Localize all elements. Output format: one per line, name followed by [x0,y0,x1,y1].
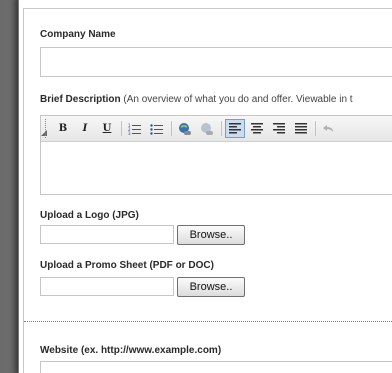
editor-content-area[interactable] [41,142,392,194]
unordered-list-icon [150,123,163,135]
brief-description-label: Brief Description (An overview of what y… [40,94,353,105]
link-icon [179,122,191,135]
align-center-button[interactable] [247,119,267,138]
logo-file-path-field[interactable] [40,225,174,244]
insert-link-button[interactable] [175,119,195,138]
toolbar-separator [121,121,122,136]
website-input[interactable] [40,361,392,373]
italic-button[interactable]: I [75,119,95,138]
align-justify-icon [295,123,307,134]
company-name-label: Company Name [40,29,116,40]
ordered-list-icon: 1 2 3 [128,123,141,135]
promo-upload-label: Upload a Promo Sheet (PDF or DOC) [40,260,214,271]
bold-icon: B [58,123,68,134]
form-container: Company Name Brief Description (An overv… [23,8,392,373]
section-divider [24,321,392,322]
undo-button[interactable] [319,119,339,138]
undo-icon [323,124,333,132]
company-name-input[interactable] [40,47,392,77]
form-panel: Company Name Brief Description (An overv… [18,0,392,373]
align-right-button[interactable] [269,119,289,138]
brief-description-hint: (An overview of what you do and offer. V… [123,94,353,105]
website-label: Website (ex. http://www.example.com) [40,345,222,356]
unlink-icon [201,122,213,135]
brief-description-title: Brief Description [40,94,121,105]
toolbar-grip-icon [45,119,49,138]
editor-toolbar: B I U 1 2 3 [41,116,392,142]
rich-text-editor[interactable]: B I U 1 2 3 [40,115,392,195]
logo-upload-label: Upload a Logo (JPG) [40,210,139,221]
bold-button[interactable]: B [53,119,73,138]
align-center-icon [251,123,263,134]
unordered-list-button[interactable] [147,119,167,138]
underline-icon: U [102,123,112,134]
logo-browse-button[interactable]: Browse.. [177,225,245,245]
unlink-button[interactable] [197,119,217,138]
svg-text:3: 3 [128,131,131,135]
align-left-button[interactable] [225,119,245,138]
toolbar-separator [315,121,316,136]
toolbar-separator [221,121,222,136]
underline-button[interactable]: U [97,119,117,138]
promo-browse-button[interactable]: Browse.. [177,277,245,297]
ordered-list-button[interactable]: 1 2 3 [125,119,145,138]
align-justify-button[interactable] [291,119,311,138]
promo-file-path-field[interactable] [40,277,174,296]
toolbar-separator [171,121,172,136]
align-right-icon [273,123,285,134]
align-left-icon [229,123,241,134]
italic-icon: I [82,123,88,134]
